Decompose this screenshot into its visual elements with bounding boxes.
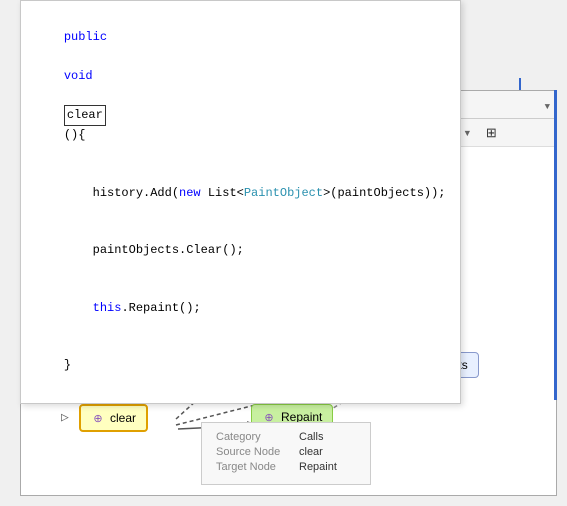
info-row-category: Category Calls xyxy=(216,431,356,443)
node-icon-clear: ⊕ xyxy=(91,411,105,425)
info-source-value: clear xyxy=(299,446,323,458)
info-box: Category Calls Source Node clear Target … xyxy=(201,422,371,485)
keyword-void: void xyxy=(64,69,93,83)
node-clear[interactable]: ⊕ clear xyxy=(79,404,148,432)
keyword-public: public xyxy=(64,30,107,44)
tab-dropdown-arrow: ▼ xyxy=(545,102,550,112)
code-line-5: } xyxy=(35,337,446,395)
share-arrow: ▼ xyxy=(463,128,472,138)
tab-dropdown-btn[interactable]: ▼ xyxy=(545,96,550,114)
info-target-value: Repaint xyxy=(299,461,337,473)
code-panel: public void clear (){ history.Add(new Li… xyxy=(20,0,461,404)
blue-accent-border xyxy=(554,90,557,400)
code-line-4: this.Repaint(); xyxy=(35,280,446,338)
code-line-3: paintObjects.Clear(); xyxy=(35,222,446,280)
info-source-label: Source Node xyxy=(216,446,291,458)
code-line-1: public void clear (){ xyxy=(35,9,446,165)
code-line-2: history.Add(new List<PaintObject>(paintO… xyxy=(35,165,446,223)
expand-clear-icon[interactable]: ▷ xyxy=(61,410,69,425)
info-category-value: Calls xyxy=(299,431,323,443)
code-highlight-clear: clear xyxy=(64,105,106,126)
info-category-label: Category xyxy=(216,431,291,443)
node-clear-container: ▷ ⊕ clear xyxy=(79,404,148,432)
info-row-target: Target Node Repaint xyxy=(216,461,356,473)
expand-button[interactable]: ⊞ xyxy=(481,123,502,143)
info-row-source: Source Node clear xyxy=(216,446,356,458)
info-target-label: Target Node xyxy=(216,461,291,473)
node-label-clear: clear xyxy=(110,411,136,425)
expand-icon: ⊞ xyxy=(486,125,497,141)
